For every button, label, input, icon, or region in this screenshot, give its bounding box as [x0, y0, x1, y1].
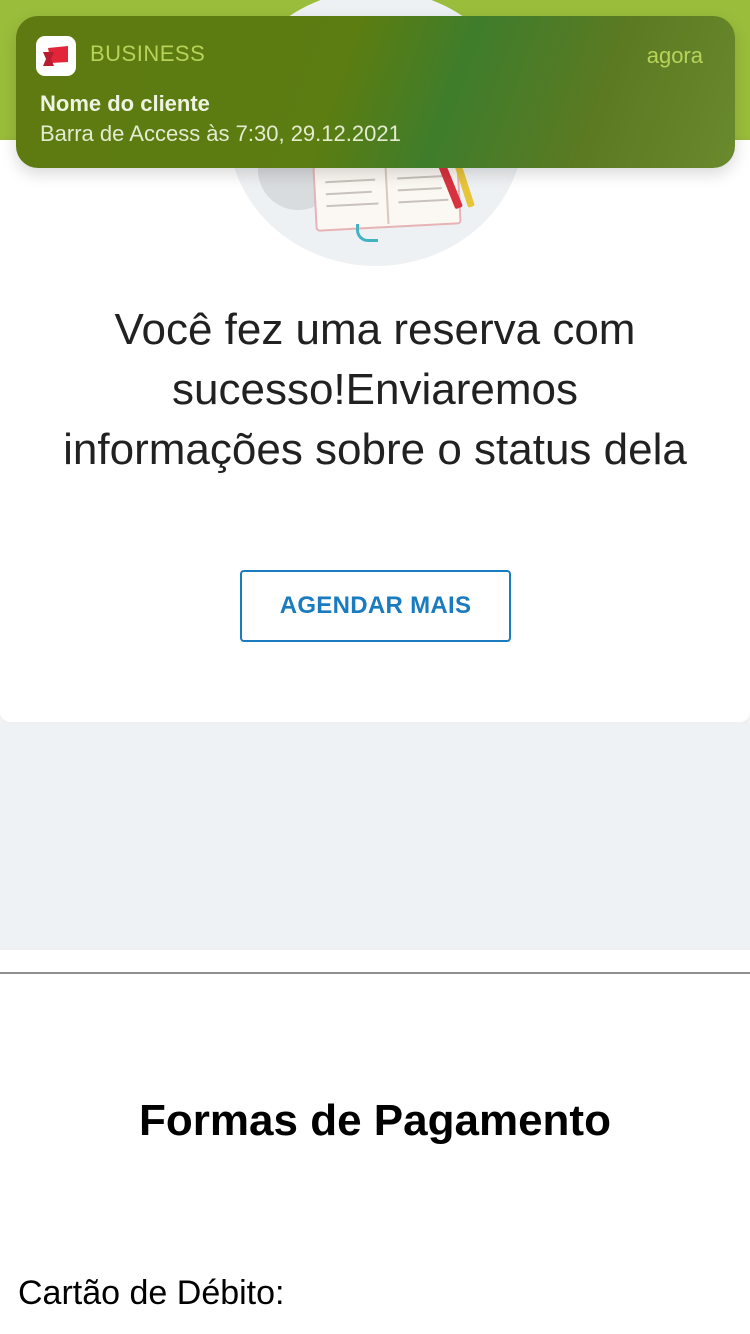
- payment-methods-title: Formas de Pagamento: [139, 1096, 611, 1145]
- business-app-logo-icon: [36, 36, 76, 76]
- gray-spacer: [0, 722, 750, 950]
- notification-title: Nome do cliente: [40, 91, 210, 116]
- success-message: Você fez uma reserva com sucesso!Enviare…: [63, 305, 687, 474]
- notification-body: Barra de Access às 7:30, 29.12.2021: [40, 121, 401, 146]
- divider: [0, 972, 750, 974]
- screen: Você fez uma reserva com sucesso!Enviare…: [0, 0, 750, 1334]
- notification-app-name: BUSINESS: [90, 41, 206, 66]
- debit-card-label: Cartão de Débito:: [18, 1274, 285, 1312]
- success-card: Você fez uma reserva com sucesso!Enviare…: [0, 0, 750, 722]
- notification-time: agora: [646, 43, 703, 68]
- ribbon-illustration: [356, 224, 378, 242]
- push-notification[interactable]: BUSINESS agora Nome do cliente Barra de …: [16, 16, 735, 168]
- schedule-more-button[interactable]: AGENDAR MAIS: [240, 570, 511, 642]
